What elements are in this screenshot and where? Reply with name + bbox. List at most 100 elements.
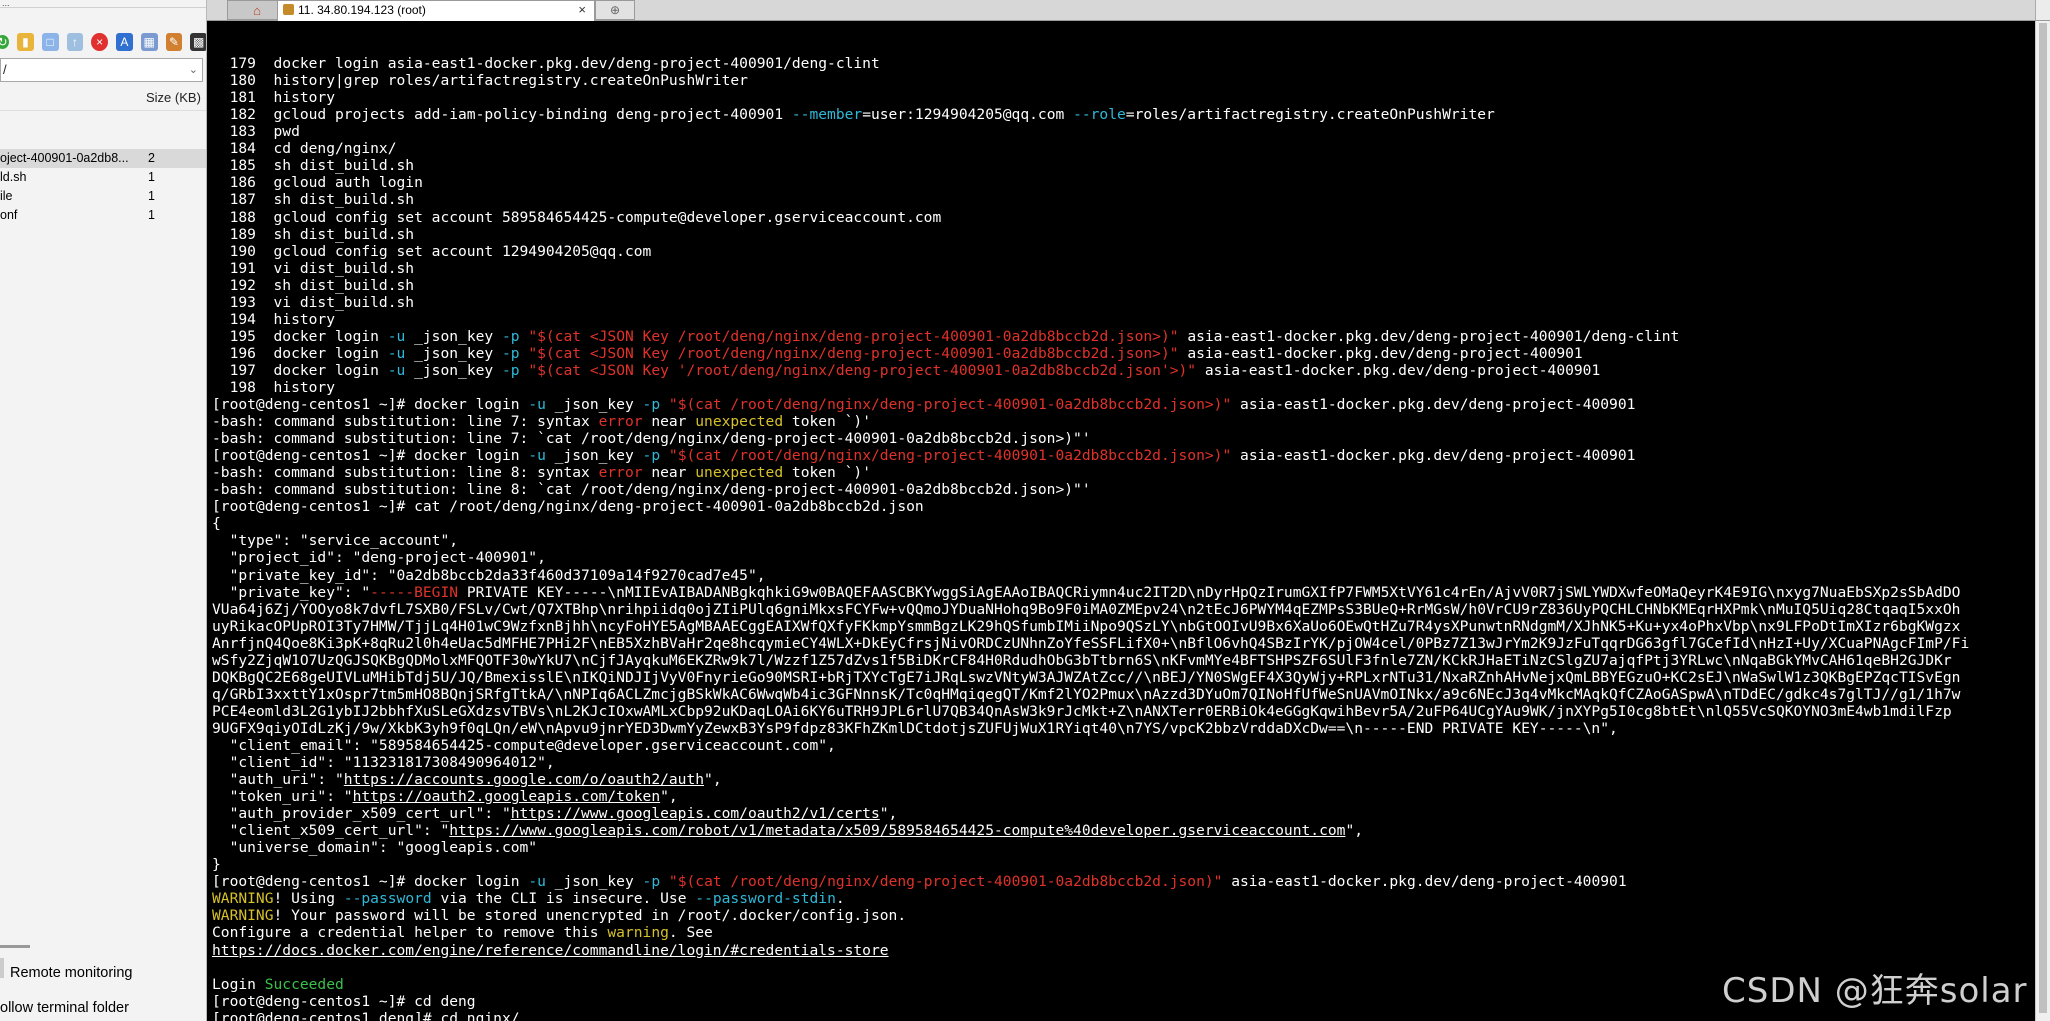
terminal-text: -bash: command substitution: line 8: `ca… bbox=[212, 481, 1091, 499]
terminal-line: 182 gcloud projects add-iam-policy-bindi… bbox=[212, 106, 2034, 123]
terminal-line: [root@deng-centos1 ~]# docker login -u _… bbox=[212, 873, 2034, 890]
terminal-text: -p bbox=[642, 396, 661, 414]
terminal-text: Configure a credential helper to remove … bbox=[212, 924, 608, 942]
terminal-line: "client_email": "589584654425-compute@de… bbox=[212, 737, 2034, 754]
terminal-text: "client_email": "589584654425-compute@de… bbox=[212, 736, 836, 754]
terminal-lines: 179 docker login asia-east1-docker.pkg.d… bbox=[212, 55, 2034, 1021]
csdn-watermark: CSDN @狂奔solar bbox=[1722, 971, 2028, 1011]
close-icon[interactable]: × bbox=[578, 1, 586, 19]
terminal-line: { bbox=[212, 515, 2034, 532]
file-size: 2 bbox=[148, 151, 155, 165]
terminal-line: 197 docker login -u _json_key -p "$(cat … bbox=[212, 362, 2034, 379]
terminal-text: 181 history bbox=[212, 89, 336, 107]
terminal-text: -u bbox=[528, 447, 546, 465]
terminal-text: -u bbox=[387, 361, 406, 379]
terminal-text: -p bbox=[501, 361, 520, 379]
terminal-text: WARNING bbox=[212, 907, 274, 925]
chevron-down-icon[interactable]: ⌄ bbox=[189, 59, 198, 81]
sidebar-toolbar: ↻ ▮ □ ↑ × A ▦ ✎ ▩ bbox=[0, 26, 206, 58]
terminal-text: [root@deng-centos1 ~]# cd deng bbox=[212, 992, 476, 1010]
terminal-link[interactable]: https://docs.docker.com/engine/reference… bbox=[212, 942, 889, 959]
terminal-line: DQKBgQC2E68geUIVLuMHibTdj5U/JQ/BmexisslE… bbox=[212, 669, 2034, 686]
path-value: / bbox=[3, 62, 7, 77]
folder-icon[interactable]: ▮ bbox=[17, 33, 34, 51]
edit-icon[interactable]: ✎ bbox=[165, 33, 183, 51]
terminal-link[interactable]: https://accounts.google.com/o/oauth2/aut… bbox=[344, 771, 704, 788]
path-dropdown[interactable]: / ⌄ bbox=[0, 58, 203, 82]
terminal-text: . bbox=[835, 890, 845, 908]
terminal-text: asia-east1-docker.pkg.dev/deng-project-4… bbox=[1231, 396, 1636, 414]
terminal-line: 183 pwd bbox=[212, 123, 2034, 140]
terminal-line: 191 vi dist_build.sh bbox=[212, 260, 2034, 277]
terminal-text: "$(cat /root/deng/nginx/deng-project-400… bbox=[668, 447, 1232, 465]
terminal-text: _json_key bbox=[405, 361, 502, 379]
remote-monitoring-label[interactable]: Remote monitoring bbox=[10, 965, 133, 981]
terminal-text: via the CLI is insecure. Use bbox=[431, 890, 696, 908]
terminal-text: 192 sh dist_build.sh bbox=[212, 276, 415, 294]
horizontal-scrollbar[interactable] bbox=[0, 945, 30, 948]
terminal-line: 195 docker login -u _json_key -p "$(cat … bbox=[212, 328, 2034, 345]
terminal-text: PRIVATE KEY-----\nMIIEvAIBADANBgkqhkiG9w… bbox=[458, 583, 1961, 601]
terminal-line: [root@deng-centos1 ~]# cat /root/deng/ng… bbox=[212, 498, 2034, 515]
refresh-icon[interactable]: ↻ bbox=[0, 35, 10, 49]
terminal-text: "client_x509_cert_url": " bbox=[212, 822, 450, 840]
file-row[interactable]: oject-400901-0a2db8... 2 bbox=[0, 149, 206, 168]
terminal-line: 185 sh dist_build.sh bbox=[212, 157, 2034, 174]
terminal-text: 187 sh dist_build.sh bbox=[212, 191, 415, 209]
terminal-text: 194 history bbox=[212, 310, 336, 328]
terminal-text: token `)' bbox=[783, 464, 871, 482]
remote-monitoring-toggle[interactable] bbox=[0, 958, 4, 978]
terminal-text: 179 docker login asia-east1-docker.pkg.d… bbox=[212, 55, 880, 73]
file-row[interactable]: ld.sh 1 bbox=[0, 168, 206, 187]
new-tab-button[interactable]: ⊕ bbox=[595, 0, 635, 20]
terminal-scrollbar[interactable] bbox=[2035, 21, 2050, 1021]
terminal-text: PCE4eomld3L2G1ybIJ2bbhfXuSLeGXdzsvTBVs\n… bbox=[212, 702, 1952, 720]
terminal-line: q/GRbI3xxttY1xOspr7tm5mHO8BQnjSRfgTtkA/\… bbox=[212, 686, 2034, 703]
rename-icon[interactable]: A bbox=[116, 33, 133, 51]
terminal-text: DQKBgQC2E68geUIVLuMHibTdj5U/JQ/BmexisslE… bbox=[212, 668, 1961, 686]
terminal-link[interactable]: https://www.googleapis.com/oauth2/v1/cer… bbox=[511, 805, 880, 822]
terminal-line: VUa64j6Zj/YOOyo8k7dvfL7SXB0/FSLv/Cwt/Q7X… bbox=[212, 601, 2034, 618]
terminal-text: 196 docker login bbox=[212, 344, 388, 362]
terminal-line: 186 gcloud auth login bbox=[212, 174, 2034, 191]
terminal-text: 191 vi dist_build.sh bbox=[212, 259, 415, 277]
terminal-text: error bbox=[598, 413, 643, 431]
home-icon: ⌂ bbox=[253, 2, 261, 18]
terminal-line: wSfy2ZjqW1O7UzQGJSQKBgQDMolxMFQOTF30wYkU… bbox=[212, 652, 2034, 669]
properties-icon[interactable]: ▦ bbox=[140, 33, 158, 51]
terminal-text: "$(cat /root/deng/nginx/deng-project-400… bbox=[668, 873, 1223, 891]
terminal-line: "private_key_id": "0a2db8bccb2da33f460d3… bbox=[212, 567, 2034, 584]
follow-terminal-folder-checkbox[interactable]: ollow terminal folder bbox=[0, 1000, 129, 1016]
terminal-text: --member bbox=[791, 106, 863, 124]
terminal-output[interactable]: 179 docker login asia-east1-docker.pkg.d… bbox=[212, 21, 2034, 1021]
upload-icon[interactable]: ↑ bbox=[66, 33, 84, 51]
file-row[interactable]: ile 1 bbox=[0, 187, 206, 206]
terminal-link[interactable]: https://www.googleapis.com/robot/v1/meta… bbox=[449, 822, 1345, 839]
terminal-text: ", bbox=[1345, 822, 1364, 840]
terminal-line: [root@deng-centos1 ~]# docker login -u _… bbox=[212, 447, 2034, 464]
terminal-text: "$(cat <JSON Key '/root/deng/nginx/deng-… bbox=[528, 361, 1197, 379]
size-column-header[interactable]: Size (KB) bbox=[146, 90, 201, 105]
tab-session[interactable]: 11. 34.80.194.123 (root) × bbox=[277, 0, 595, 21]
terminal-link[interactable]: https://oauth2.googleapis.com/token bbox=[353, 788, 661, 805]
terminal-text: 193 vi dist_build.sh bbox=[212, 293, 415, 311]
file-row[interactable]: onf 1 bbox=[0, 206, 206, 225]
terminal-line: "private_key": "-----BEGIN PRIVATE KEY--… bbox=[212, 584, 2034, 601]
terminal-text: _json_key bbox=[405, 344, 502, 362]
terminal-text: { bbox=[212, 515, 221, 533]
terminal-line: 189 sh dist_build.sh bbox=[212, 226, 2034, 243]
terminal-text: 198 history bbox=[212, 378, 336, 396]
terminal-text: 186 gcloud auth login bbox=[212, 174, 423, 192]
terminal-line: 179 docker login asia-east1-docker.pkg.d… bbox=[212, 55, 2034, 72]
terminal-line: "client_id": "113231817308490964012", bbox=[212, 754, 2034, 771]
terminal-icon[interactable]: ▩ bbox=[190, 33, 206, 51]
session-tab-title: 11. 34.80.194.123 (root) bbox=[298, 3, 426, 17]
file-icon[interactable]: □ bbox=[41, 33, 59, 51]
terminal-text: "$(cat /root/deng/nginx/deng-project-400… bbox=[668, 396, 1232, 414]
delete-icon[interactable]: × bbox=[91, 33, 109, 51]
scrollbar-thumb[interactable] bbox=[2039, 23, 2047, 1013]
terminal-text: 180 history|grep roles/artifactregistry.… bbox=[212, 72, 748, 90]
terminal-text: 185 sh dist_build.sh bbox=[212, 157, 415, 175]
terminal-text: "$(cat <JSON Key /root/deng/nginx/deng-p… bbox=[528, 327, 1179, 345]
